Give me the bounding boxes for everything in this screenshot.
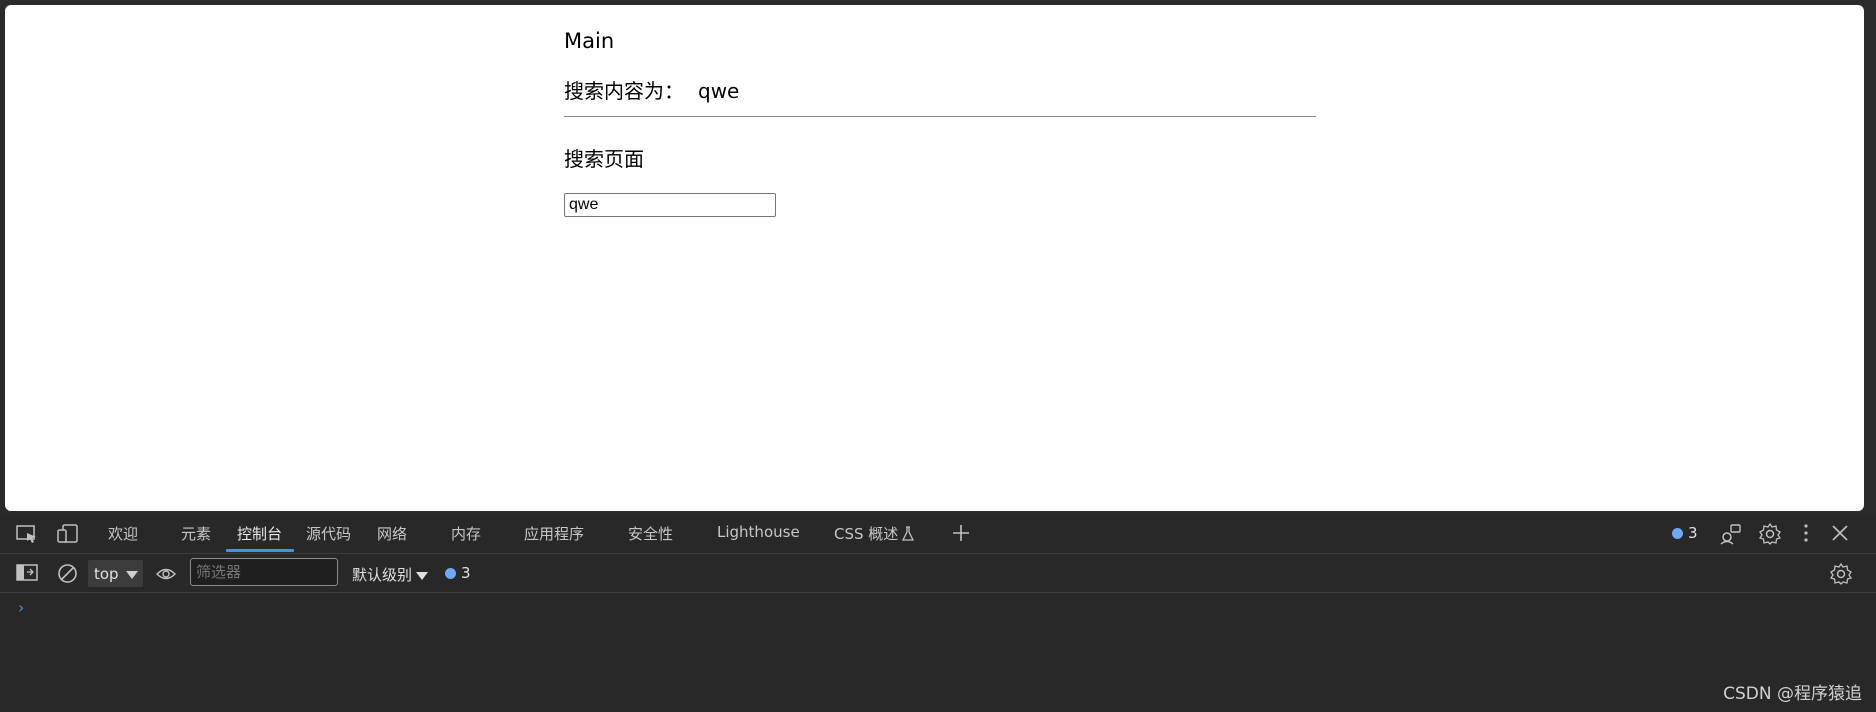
feedback-icon[interactable] [1720,523,1742,549]
close-devtools-icon[interactable] [1832,525,1848,545]
tab-welcome[interactable]: 欢迎 [108,523,138,544]
clear-console-icon[interactable] [57,563,78,588]
live-expression-eye-icon[interactable] [156,566,176,586]
sidebar-toggle-icon[interactable] [16,564,38,586]
context-select-value: top [94,565,119,583]
search-result: 搜索内容为： qwe [564,75,739,104]
tab-console[interactable]: 控制台 [237,523,282,544]
message-count: 3 [461,564,471,582]
device-toolbar-icon[interactable] [57,524,79,548]
chevron-down-icon [416,571,429,580]
inspect-element-icon[interactable] [16,524,38,548]
page-viewport: Main 搜索内容为： qwe 搜索页面 [5,5,1864,511]
console-prompt-icon[interactable]: › [18,598,24,617]
tab-memory[interactable]: 内存 [451,523,481,544]
tab-security[interactable]: 安全性 [628,523,673,544]
log-level-select[interactable]: 默认级别 [352,564,429,585]
search-result-label: 搜索内容为： [564,79,684,103]
tab-network[interactable]: 网络 [377,523,407,544]
message-count-badge[interactable]: 3 [445,564,471,582]
filter-input[interactable] [190,558,338,586]
context-select[interactable]: top [88,560,143,587]
active-tab-indicator [226,549,294,552]
message-icon [445,568,456,579]
devtools-panel: 欢迎 元素 控制台 源代码 网络 内存 应用程序 安全性 Lighthouse … [0,513,1876,712]
issues-badge[interactable]: 3 [1672,524,1698,542]
tab-application[interactable]: 应用程序 [524,523,584,544]
watermark: CSDN @程序猿追 [1723,684,1862,704]
settings-gear-icon[interactable] [1758,522,1782,549]
tab-sources[interactable]: 源代码 [306,523,351,544]
tab-css-overview[interactable]: CSS 概述 [834,523,898,544]
divider [564,116,1316,117]
search-input[interactable] [564,193,776,217]
tab-elements[interactable]: 元素 [181,523,211,544]
log-level-label: 默认级别 [352,566,413,584]
chevron-down-icon [126,571,138,579]
tab-lighthouse[interactable]: Lighthouse [717,523,800,541]
search-result-value: qwe [698,79,740,103]
console-toolbar: top 默认级别 3 [0,554,1876,593]
devtools-tabbar: 欢迎 元素 控制台 源代码 网络 内存 应用程序 安全性 Lighthouse … [0,513,1876,554]
message-icon [1672,528,1683,539]
flask-icon [901,526,915,546]
main-title: Main [564,29,615,53]
add-tab-icon[interactable] [951,523,971,547]
search-page-title: 搜索页面 [564,147,644,171]
console-settings-gear-icon[interactable] [1829,562,1853,589]
more-options-icon[interactable] [1802,523,1810,547]
issues-count: 3 [1688,524,1698,542]
